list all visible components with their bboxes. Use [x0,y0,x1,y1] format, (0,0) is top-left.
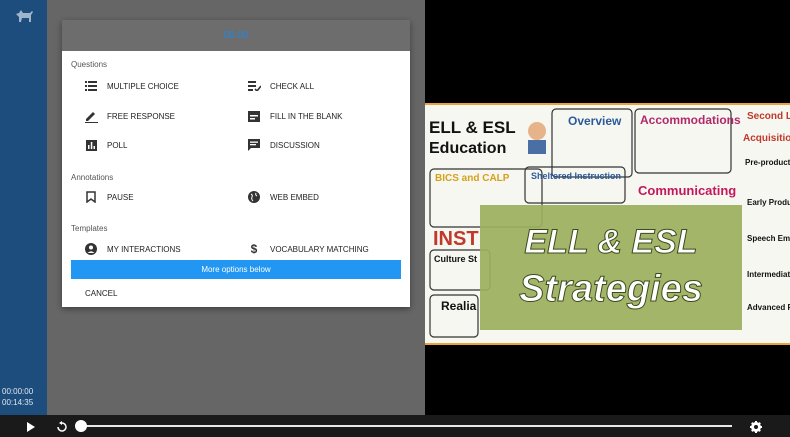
thumb-acquisition: Acquisition [743,133,790,144]
thumb-instr: INST [433,228,479,250]
thumb-accommodations: Accommodations [640,113,741,127]
option-poll[interactable]: POLL [84,137,127,153]
more-options-button[interactable]: More options below [71,260,401,279]
replay-icon[interactable] [56,415,68,437]
thumb-advanced: Advanced Fluency [747,303,790,312]
option-my-interactions[interactable]: MY INTERACTIONS [84,241,181,257]
thumb-sheltered: Sheltered Instruction [531,171,621,181]
option-label: FILL IN THE BLANK [270,111,343,121]
option-vocabulary-matching[interactable]: $ VOCABULARY MATCHING [247,241,369,257]
option-label: PAUSE [107,192,134,202]
thumb-communicating: Communicating [638,183,736,198]
current-time: 00:00:00 [2,387,34,396]
option-label: WEB EMBED [270,192,319,202]
thumb-ell-esl: ELL & ESL [429,118,516,137]
thumb-education: Education [429,140,506,157]
section-templates: Templates [71,224,108,233]
cancel-button[interactable]: CANCEL [85,289,117,298]
thumb-speech: Speech Emergence [747,234,790,243]
checklist-icon [247,79,261,93]
left-sidebar: 00:00:00 00:14:35 [0,0,47,437]
video-title-line1: ELL & ESL [524,223,697,261]
thumbnail-art: ELL & ESL Education Overview Accommodati… [425,105,790,343]
teacher-face [528,122,546,140]
thumb-bics: BICS and CALP [435,173,510,184]
section-annotations: Annotations [71,173,114,182]
thumb-second-language: Second Language [747,111,790,122]
option-discussion[interactable]: DISCUSSION [247,137,320,153]
thumb-intermediate: Intermediate Fluency [747,270,790,279]
player-controls [0,415,790,437]
dialog-header: 00:00 [62,20,410,51]
option-label: VOCABULARY MATCHING [270,244,369,254]
gear-icon[interactable] [750,415,762,437]
thumb-realia: Realia [441,299,477,313]
bookmark-icon [84,190,98,204]
option-web-embed[interactable]: WEB EMBED [247,189,319,205]
option-label: FREE RESPONSE [107,111,176,121]
dialog-timer: 00:00 [223,30,249,41]
option-label: DISCUSSION [270,140,320,150]
option-multiple-choice[interactable]: MULTIPLE CHOICE [84,78,179,94]
option-label: MY INTERACTIONS [107,244,181,254]
option-label: CHECK ALL [270,81,315,91]
dog-logo-icon [16,10,33,22]
fill-blank-icon [247,109,261,123]
option-free-response[interactable]: FREE RESPONSE [84,108,175,124]
play-icon[interactable] [27,415,35,437]
option-fill-blank[interactable]: FILL IN THE BLANK [247,108,342,124]
seek-track[interactable] [80,425,732,427]
option-pause[interactable]: PAUSE [84,189,134,205]
account-icon [84,242,98,256]
video-title-line2: Strategies [519,268,703,310]
dollar-icon: $ [250,242,258,256]
poll-icon [84,138,98,152]
thumb-culture: Culture St [434,254,477,264]
thumb-overview: Overview [568,114,622,128]
option-label: MULTIPLE CHOICE [107,81,179,91]
globe-icon [247,190,261,204]
add-interaction-dialog: 00:00 Questions MULTIPLE CHOICE CHECK AL… [62,20,410,307]
seek-handle[interactable] [75,420,87,432]
thumb-early: Early Production [747,198,790,207]
pencil-icon [84,109,98,123]
duration-time: 00:14:35 [2,398,34,407]
discussion-icon [247,138,261,152]
list-icon [84,79,98,93]
option-label: POLL [107,140,128,150]
thumb-preproduction: Pre-production [745,158,790,167]
option-check-all[interactable]: CHECK ALL [247,78,314,94]
video-thumbnail[interactable]: ELL & ESL Education Overview Accommodati… [425,103,790,345]
section-questions: Questions [71,60,108,69]
